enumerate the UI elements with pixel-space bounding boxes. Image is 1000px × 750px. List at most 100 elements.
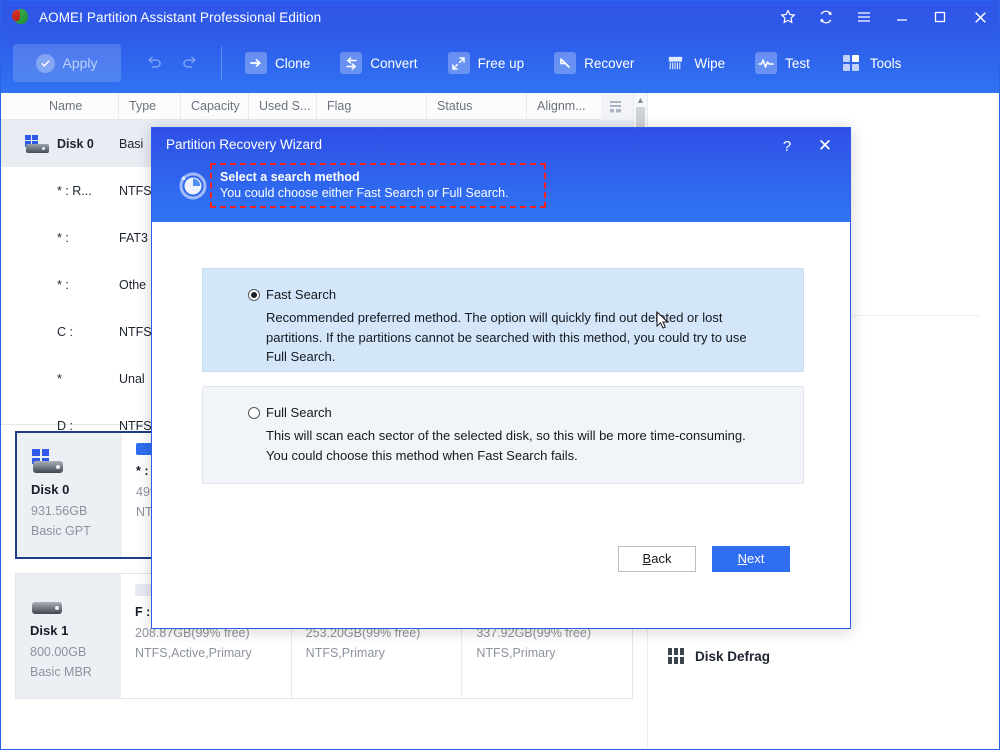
- window-controls: [769, 1, 1000, 33]
- back-button[interactable]: Back: [618, 546, 696, 572]
- row-name-cell: *: [1, 372, 119, 386]
- toolbar-item-wipe[interactable]: Wipe: [649, 41, 740, 85]
- toolbar-item-recover[interactable]: Recover: [539, 41, 649, 85]
- row-name-cell: * : R...: [1, 184, 119, 198]
- star-icon[interactable]: [769, 1, 807, 33]
- column-settings-icon[interactable]: [601, 93, 633, 120]
- wipe-icon: [664, 52, 686, 74]
- option-fast-search-description: Recommended preferred method. The option…: [203, 308, 803, 367]
- column-header-capacity[interactable]: Capacity: [181, 93, 249, 120]
- disk-capacity: 800.00GB: [30, 645, 121, 659]
- title-bar: AOMEI Partition Assistant Professional E…: [1, 1, 1000, 33]
- banner-subtext: You could choose either Fast Search or F…: [220, 185, 544, 202]
- radio-fast-search[interactable]: [248, 289, 260, 301]
- sidebar-item-disk-defrag-label: Disk Defrag: [695, 649, 770, 664]
- app-logo-icon: [12, 8, 30, 26]
- partition-recovery-wizard-dialog: Partition Recovery Wizard ? ✕ Select a s…: [151, 127, 851, 629]
- dialog-body: Fast Search Recommended preferred method…: [152, 222, 850, 582]
- toolbar-item-free-up-label: Free up: [478, 56, 525, 71]
- disk-name: Disk 0: [31, 482, 122, 497]
- menu-icon[interactable]: [845, 1, 883, 33]
- undo-icon[interactable]: [145, 51, 164, 75]
- toolbar-item-wipe-label: Wipe: [694, 56, 725, 71]
- dialog-header: Partition Recovery Wizard ? ✕ Select a s…: [152, 128, 850, 222]
- next-button-rest: ext: [747, 551, 764, 566]
- column-header-status[interactable]: Status: [427, 93, 527, 120]
- clone-icon: [245, 52, 267, 74]
- radio-full-search[interactable]: [248, 407, 260, 419]
- sidebar-item-disk-defrag[interactable]: Disk Defrag: [668, 648, 980, 664]
- test-icon: [755, 52, 777, 74]
- toolbar-item-convert-label: Convert: [370, 56, 417, 71]
- apply-button-label: Apply: [62, 55, 97, 71]
- help-icon[interactable]: ?: [774, 134, 800, 158]
- tools-icon: [840, 52, 862, 74]
- partition-format: NTFS,Primary: [306, 646, 462, 660]
- toolbar-item-clone-label: Clone: [275, 56, 310, 71]
- disk-capacity: 931.56GB: [31, 504, 122, 518]
- column-header-used-space[interactable]: Used S...: [249, 93, 317, 120]
- undo-redo-group: [145, 51, 199, 75]
- free-up-icon: [448, 52, 470, 74]
- option-fast-search-header: Fast Search: [203, 287, 803, 302]
- option-full-search-description: This will scan each sector of the select…: [203, 426, 803, 465]
- back-button-rest: ack: [651, 551, 671, 566]
- partition-format: NTFS,Active,Primary: [135, 646, 291, 660]
- row-name-cell: * :: [1, 231, 119, 245]
- toolbar-item-tools-label: Tools: [870, 56, 902, 71]
- column-header-name[interactable]: Name: [1, 93, 119, 120]
- toolbar-item-convert[interactable]: Convert: [325, 41, 432, 85]
- banner-heading: Select a search method: [220, 169, 544, 185]
- toolbar-item-test[interactable]: Test: [740, 41, 825, 85]
- disk-scheme: Basic GPT: [31, 524, 122, 538]
- refresh-icon[interactable]: [807, 1, 845, 33]
- minimize-button[interactable]: [883, 1, 921, 33]
- row-name-cell: Disk 0: [1, 135, 119, 153]
- maximize-button[interactable]: [921, 1, 959, 33]
- toolbar-item-free-up[interactable]: Free up: [433, 41, 540, 85]
- mouse-cursor: [656, 311, 670, 336]
- disk-icon: [23, 135, 49, 153]
- banner-highlight-box: Select a search method You could choose …: [210, 163, 546, 208]
- scroll-up-arrow-icon[interactable]: ▲: [634, 93, 647, 107]
- disk-card-summary: Disk 1 800.00GB Basic MBR: [16, 574, 121, 698]
- option-fast-search[interactable]: Fast Search Recommended preferred method…: [202, 268, 804, 372]
- row-name-cell: C :: [1, 325, 119, 339]
- toolbar-item-tools[interactable]: Tools: [825, 41, 917, 85]
- clock-restore-icon: [176, 168, 210, 202]
- close-button[interactable]: [959, 1, 1000, 33]
- redo-icon[interactable]: [180, 51, 199, 75]
- disk-icon: [31, 449, 65, 473]
- partition-format: NTFS,Primary: [476, 646, 632, 660]
- toolbar-item-test-label: Test: [785, 56, 810, 71]
- row-name-cell: * :: [1, 278, 119, 292]
- column-header-type[interactable]: Type: [119, 93, 181, 120]
- application-window: AOMEI Partition Assistant Professional E…: [0, 0, 1000, 750]
- column-header-flag[interactable]: Flag: [317, 93, 427, 120]
- disk-card-summary: Disk 0 931.56GB Basic GPT: [17, 433, 122, 557]
- dialog-title: Partition Recovery Wizard: [166, 137, 322, 152]
- check-icon: [36, 54, 55, 73]
- disk-scheme: Basic MBR: [30, 665, 121, 679]
- next-button[interactable]: Next: [712, 546, 790, 572]
- disk-name: Disk 1: [30, 623, 121, 638]
- disk-icon: [30, 590, 64, 614]
- toolbar-item-clone[interactable]: Clone: [230, 41, 325, 85]
- main-toolbar: Apply Clone Convert: [1, 33, 1000, 93]
- column-header-alignment[interactable]: Alignm...: [527, 93, 601, 120]
- option-full-search-header: Full Search: [203, 405, 803, 420]
- option-fast-search-label: Fast Search: [266, 287, 336, 302]
- window-title: AOMEI Partition Assistant Professional E…: [39, 10, 321, 25]
- dialog-footer: Back Next: [152, 535, 850, 582]
- back-button-mnemonic: B: [643, 551, 652, 566]
- convert-icon: [340, 52, 362, 74]
- apply-button[interactable]: Apply: [13, 44, 121, 82]
- grid-icon: [668, 648, 684, 664]
- option-full-search[interactable]: Full Search This will scan each sector o…: [202, 386, 804, 484]
- toolbar-divider: [221, 46, 222, 80]
- next-button-mnemonic: N: [738, 551, 747, 566]
- option-full-search-label: Full Search: [266, 405, 332, 420]
- dialog-close-button[interactable]: ✕: [812, 134, 838, 158]
- toolbar-item-recover-label: Recover: [584, 56, 634, 71]
- row-name-text: Disk 0: [57, 137, 94, 151]
